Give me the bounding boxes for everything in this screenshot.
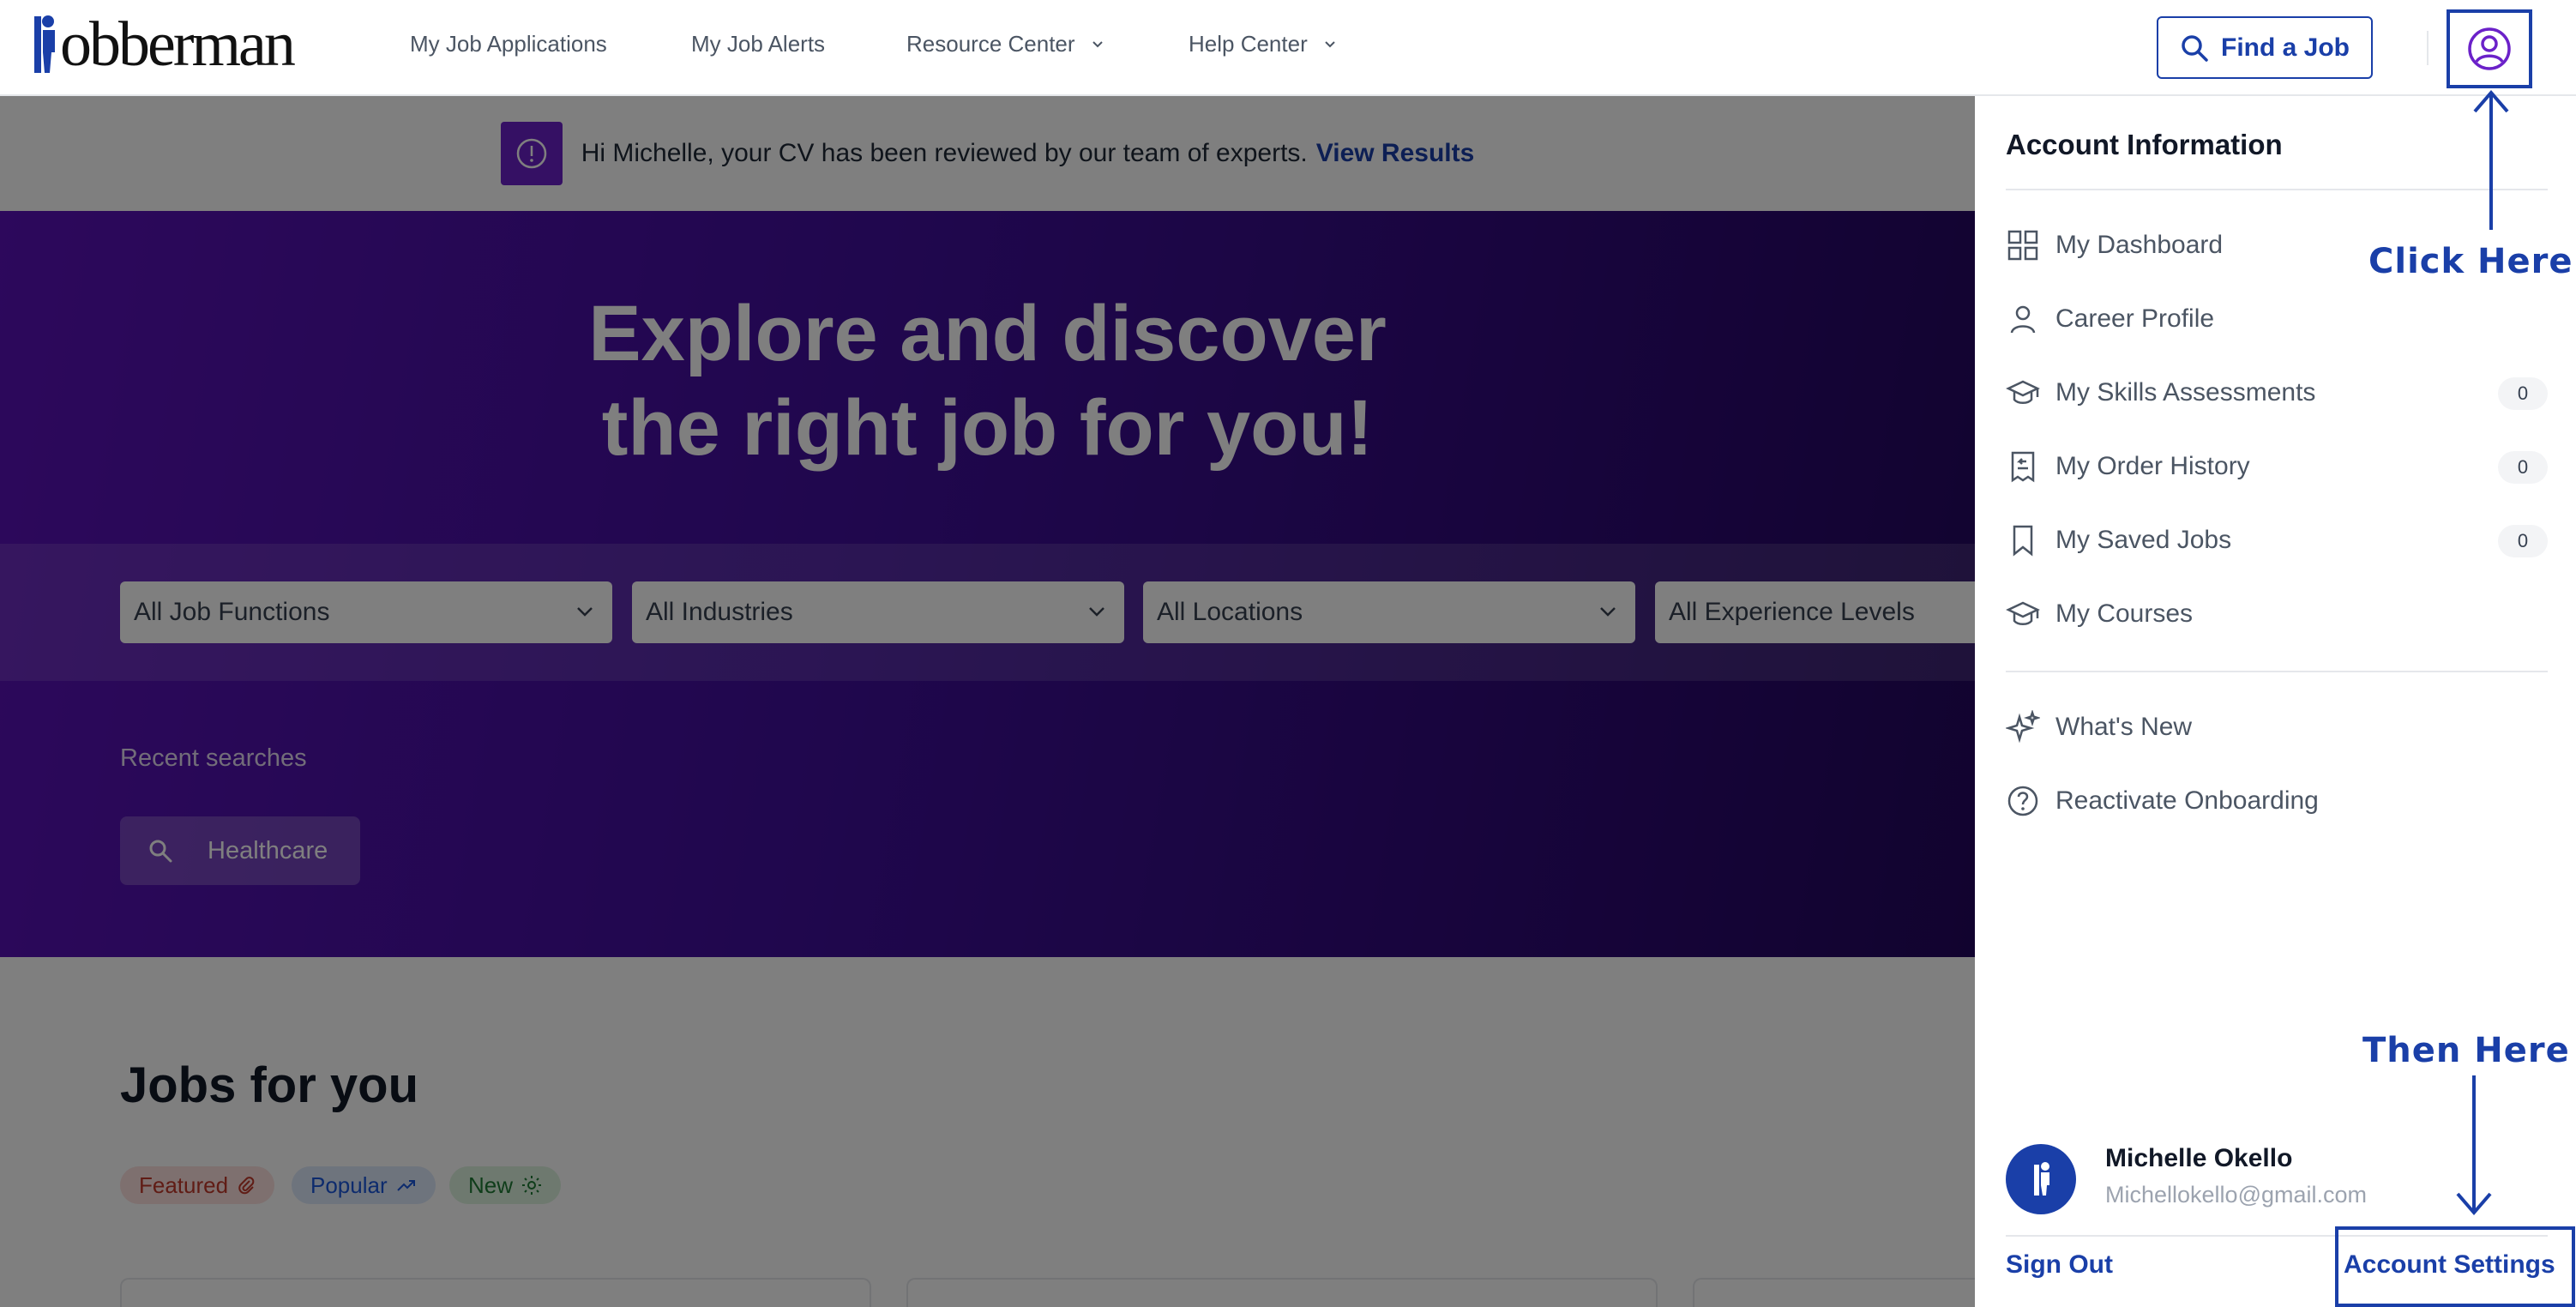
user-name: Michelle Okello [2105, 1144, 2293, 1172]
menu-item-label: Reactivate Onboarding [2055, 786, 2319, 815]
menu-item-career-profile[interactable]: Career Profile [2006, 293, 2548, 345]
count-badge: 0 [2498, 377, 2548, 410]
find-a-job-button[interactable]: Find a Job [2157, 16, 2373, 79]
nav-my-job-applications[interactable]: My Job Applications [410, 31, 607, 57]
then-here-annotation: Then Here [2362, 1031, 2570, 1070]
menu-item-my-skills-assessments[interactable]: My Skills Assessments 0 [2006, 367, 2548, 419]
bookmark-icon [2013, 525, 2033, 557]
count-badge: 0 [2498, 525, 2548, 557]
nav-divider [2427, 31, 2429, 65]
menu-item-my-saved-jobs[interactable]: My Saved Jobs 0 [2006, 515, 2548, 566]
logo-figure-icon [34, 15, 55, 73]
dashboard-grid-icon [2007, 230, 2038, 261]
menu-item-label: My Courses [2055, 599, 2194, 628]
menu-item-my-order-history[interactable]: My Order History 0 [2006, 441, 2548, 492]
nav-link-label: My Job Applications [410, 31, 607, 57]
drawer-title: Account Information [2006, 129, 2283, 160]
chevron-down-icon [1325, 40, 1335, 47]
menu-item-label: My Skills Assessments [2055, 378, 2316, 407]
sparkle-icon [2006, 710, 2040, 744]
menu-item-whats-new[interactable]: What's New [2006, 702, 2548, 753]
user-figure-icon [2034, 1162, 2049, 1196]
graduation-cap-icon [2006, 601, 2040, 625]
user-email: Michellokello@gmail.com [2105, 1182, 2368, 1208]
menu-item-label: What's New [2055, 713, 2193, 741]
drawer-divider [2006, 671, 2548, 672]
nav-link-label: My Job Alerts [691, 31, 826, 57]
menu-item-label: My Dashboard [2055, 231, 2224, 259]
top-navbar: obberman My Job Applications My Job Aler… [0, 0, 2576, 96]
menu-item-label: My Order History [2055, 452, 2250, 480]
arrow-up-icon [2473, 89, 2509, 230]
nav-resource-center[interactable]: Resource Center [906, 31, 1104, 57]
highlight-box-account-icon [2447, 9, 2532, 88]
drawer-divider [2006, 189, 2548, 190]
menu-item-my-courses[interactable]: My Courses [2006, 588, 2548, 640]
search-icon [2182, 34, 2208, 62]
modal-backdrop[interactable] [0, 96, 1975, 1307]
menu-item-reactivate-onboarding[interactable]: Reactivate Onboarding [2006, 775, 2548, 827]
arrow-down-icon [2456, 1075, 2492, 1216]
person-icon [2010, 305, 2036, 334]
highlight-box-account-settings [2335, 1226, 2575, 1307]
help-circle-icon [2007, 786, 2038, 816]
nav-help-center[interactable]: Help Center [1189, 31, 1337, 57]
jobberman-logo[interactable]: obberman [33, 9, 296, 80]
chevron-down-icon [1092, 40, 1103, 47]
avatar [2006, 1144, 2076, 1214]
graduation-cap-icon [2006, 380, 2040, 404]
count-badge: 0 [2498, 451, 2548, 484]
nav-my-job-alerts[interactable]: My Job Alerts [691, 31, 825, 57]
find-a-job-label: Find a Job [2221, 33, 2350, 62]
sign-out-link[interactable]: Sign Out [2006, 1250, 2113, 1280]
menu-item-label: Career Profile [2055, 304, 2215, 333]
click-here-annotation: Click Here [2368, 242, 2573, 281]
nav-link-label: Resource Center [906, 31, 1075, 57]
logo-text: obberman [60, 9, 296, 80]
nav-link-label: Help Center [1189, 31, 1308, 57]
menu-item-label: My Saved Jobs [2055, 526, 2232, 554]
receipt-icon [2011, 451, 2035, 483]
